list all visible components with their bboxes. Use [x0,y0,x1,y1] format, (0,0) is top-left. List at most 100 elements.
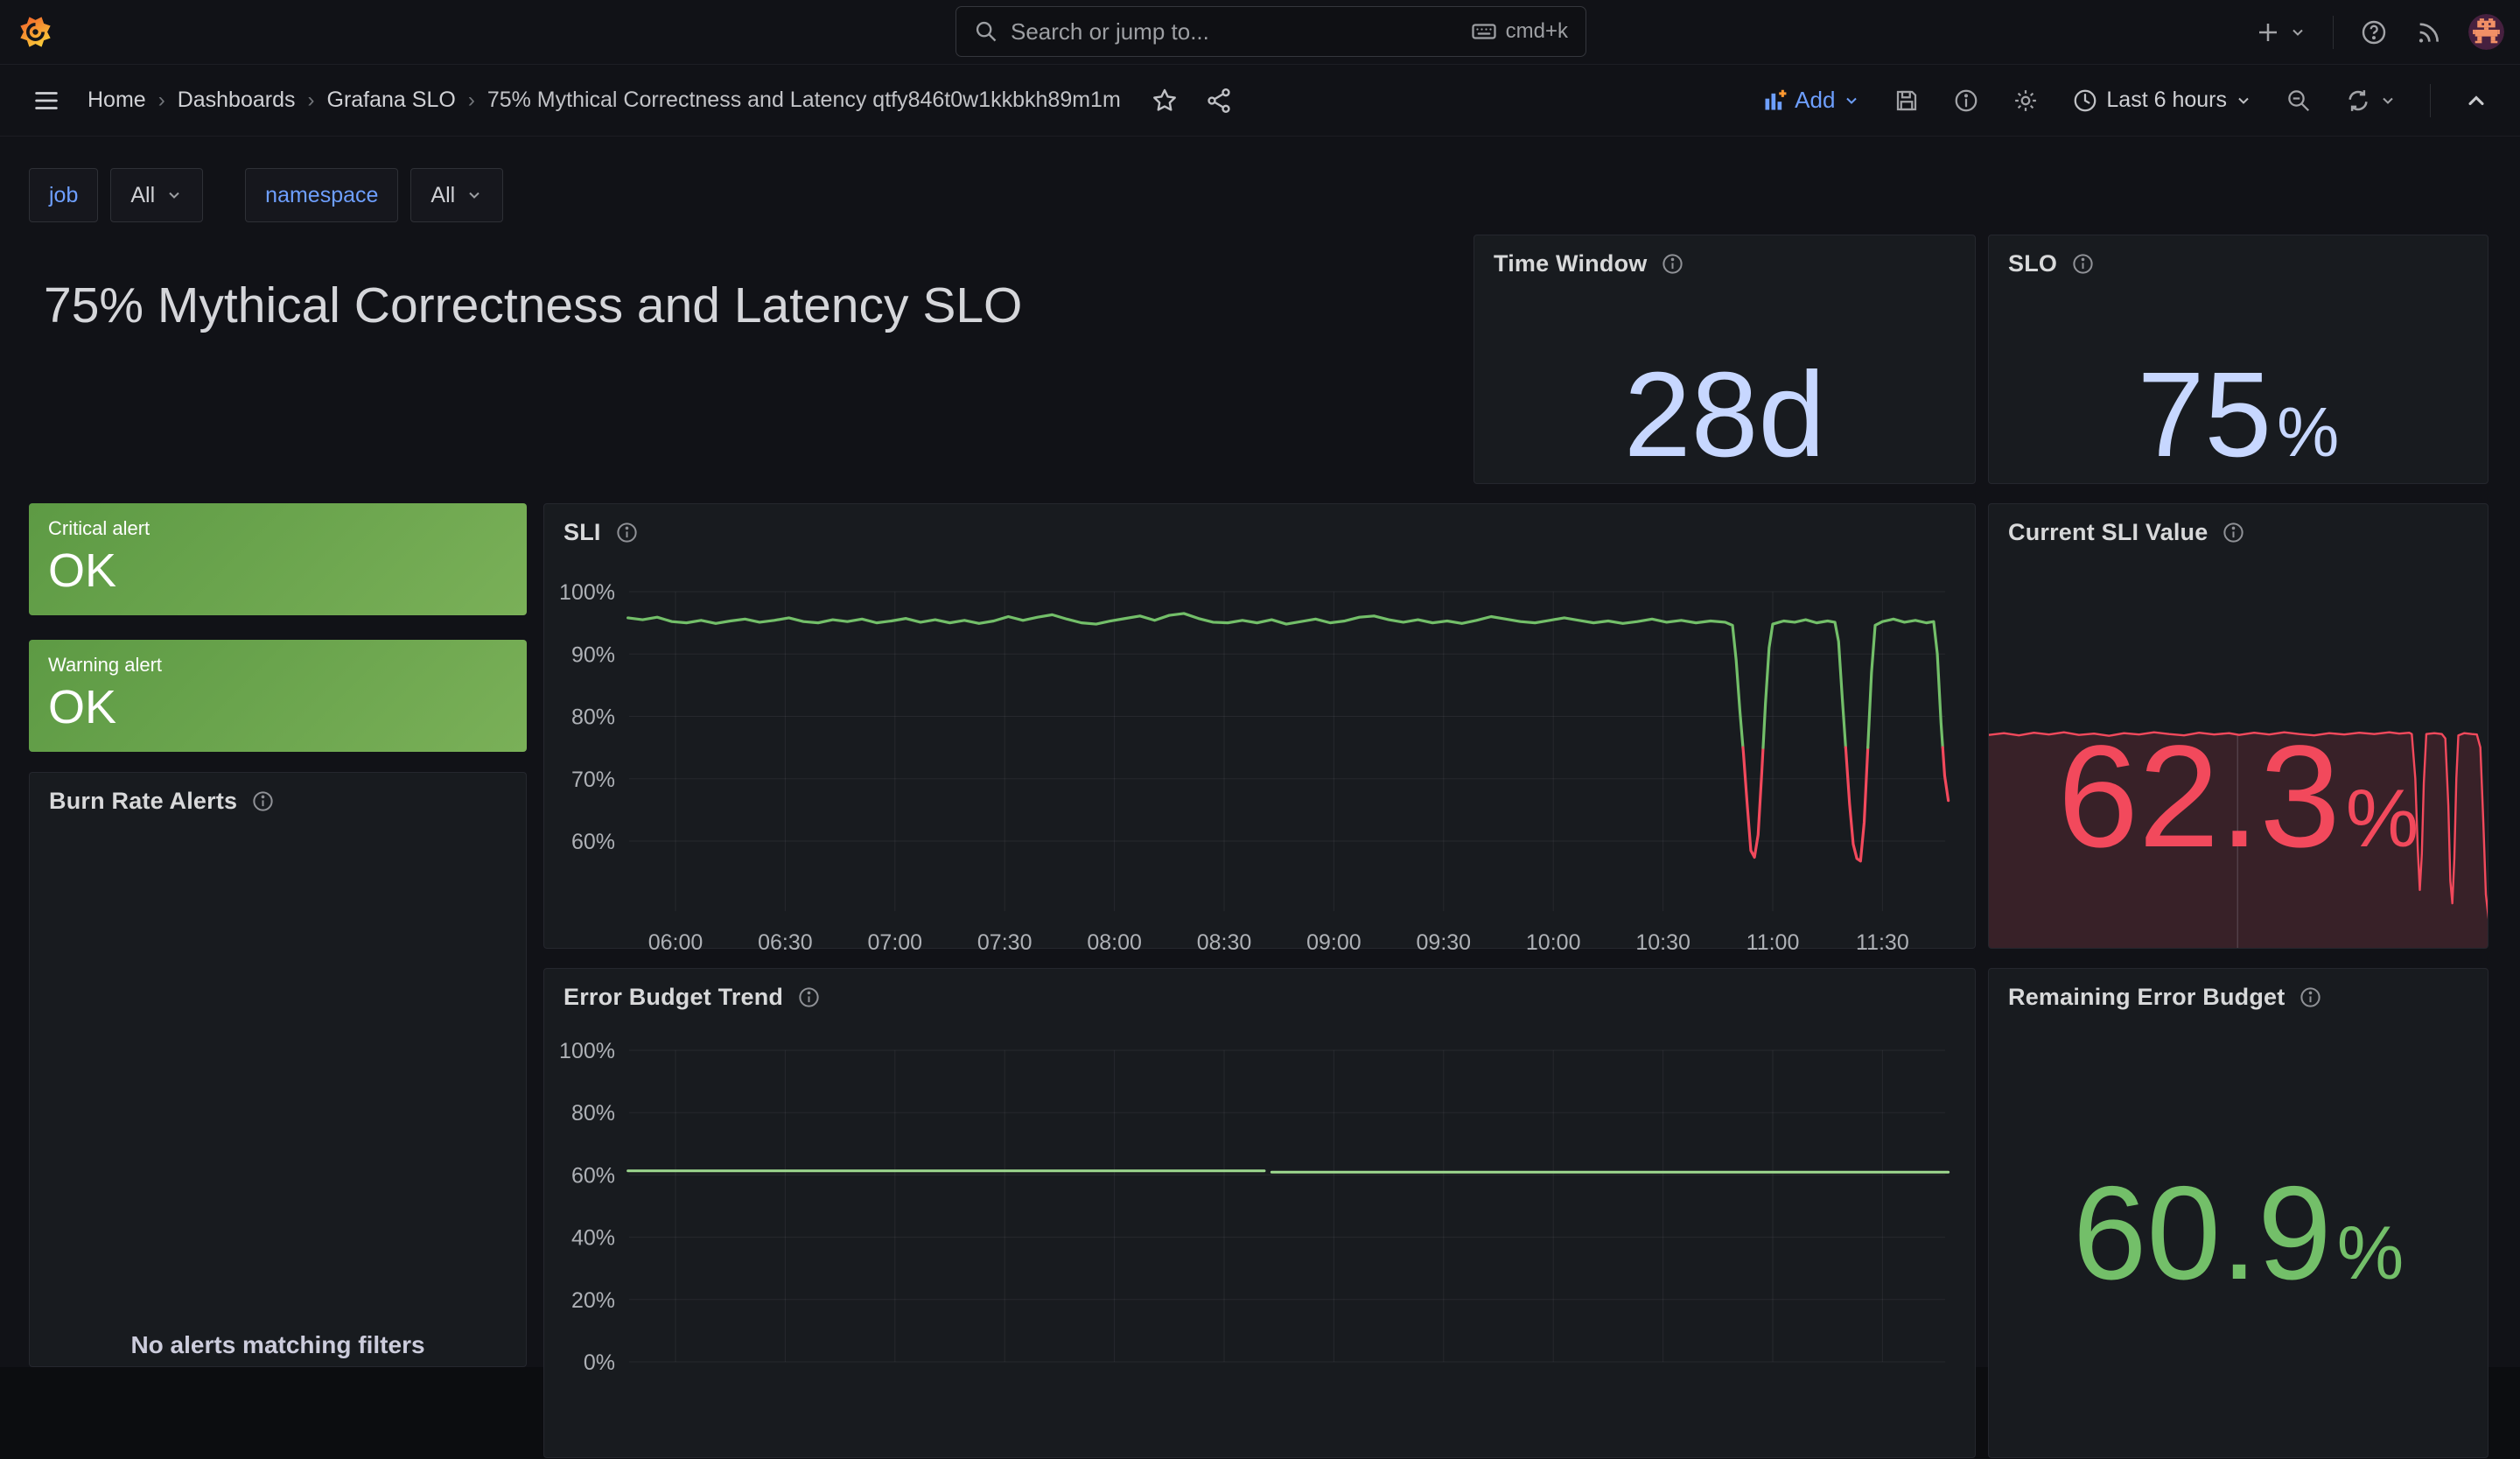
panel-warning-alert[interactable]: Warning alert OK [29,640,527,752]
svg-text:08:30: 08:30 [1197,930,1252,950]
refresh-icon [2345,88,2371,114]
alert-state: OK [48,680,508,734]
svg-text:10:30: 10:30 [1635,930,1690,950]
svg-text:09:00: 09:00 [1306,930,1362,950]
share-button[interactable] [1205,87,1233,115]
chevron-down-icon [2235,92,2252,109]
save-button[interactable] [1894,88,1920,114]
info-circle-icon[interactable] [2071,252,2095,276]
breadcrumb: Home › Dashboards › Grafana SLO › 75% My… [88,88,1121,113]
help-button[interactable] [2360,18,2388,46]
keyboard-icon [1471,18,1497,45]
dashboard-insights-button[interactable] [1953,88,1979,114]
search-icon [974,19,998,44]
menu-button[interactable] [32,86,61,116]
zoom-out-icon [2286,88,2312,114]
page-title: 75% Mythical Correctness and Latency SLO [44,277,1022,334]
search-placeholder: Search or jump to... [1011,18,1459,46]
info-circle-icon[interactable] [1661,252,1684,276]
news-button[interactable] [2414,18,2442,46]
svg-text:90%: 90% [571,642,615,667]
panel-header[interactable]: Remaining Error Budget [1989,969,2488,1011]
svg-text:06:00: 06:00 [648,930,704,950]
panel-header[interactable]: Time Window [1474,235,1975,277]
grafana-logo[interactable] [19,16,52,48]
panel-error-budget-trend: Error Budget Trend 100%80%60%40%20%0% [543,968,1976,1458]
variable-job-label[interactable]: job [29,168,98,222]
panel-header[interactable]: SLI [544,504,1975,546]
svg-text:70%: 70% [571,768,615,792]
svg-text:06:30: 06:30 [758,930,813,950]
search-input[interactable]: Search or jump to... cmd+k [956,6,1586,57]
top-bar: Search or jump to... cmd+k [0,0,2520,65]
svg-text:80%: 80% [571,705,615,730]
divider [2430,84,2431,117]
error-budget-trend-chart[interactable]: 100%80%60%40%20%0% [544,969,1977,1459]
chevron-down-icon [1843,92,1860,109]
svg-text:10:00: 10:00 [1526,930,1581,950]
variable-namespace-value[interactable]: All [410,168,503,222]
stat-value: 75% [1989,354,2488,475]
breadcrumb-separator: › [308,88,315,113]
settings-button[interactable] [2012,88,2039,114]
svg-text:0%: 0% [584,1350,615,1375]
breadcrumb-separator: › [158,88,165,113]
menu-icon [32,86,61,116]
panel-time-window: Time Window 28d [1474,235,1976,484]
chevron-down-icon [2379,92,2397,109]
time-range-picker[interactable]: Last 6 hours [2072,88,2252,114]
breadcrumb-folder[interactable]: Grafana SLO [327,88,456,113]
svg-text:100%: 100% [559,1039,615,1063]
avatar[interactable] [2468,14,2504,50]
chevron-down-icon [2289,24,2306,41]
svg-text:40%: 40% [571,1226,615,1251]
info-circle-icon[interactable] [251,789,275,813]
save-icon [1894,88,1920,114]
star-button[interactable] [1151,87,1179,115]
info-circle-icon[interactable] [2299,986,2322,1009]
panel-critical-alert[interactable]: Critical alert OK [29,503,527,615]
add-label: Add [1795,87,1835,114]
caret-up-icon [2464,88,2488,113]
breadcrumb-home[interactable]: Home [88,88,146,113]
svg-text:07:30: 07:30 [977,930,1032,950]
info-circle-icon[interactable] [797,986,821,1009]
info-circle-icon[interactable] [2222,521,2245,544]
chevron-down-icon [466,186,483,204]
empty-state-message: No alerts matching filters [30,1331,526,1359]
svg-text:08:00: 08:00 [1087,930,1142,950]
alert-label: Warning alert [48,654,508,677]
breadcrumb-current: 75% Mythical Correctness and Latency qtf… [487,88,1121,113]
breadcrumb-dashboards[interactable]: Dashboards [178,88,296,113]
star-icon [1151,87,1179,115]
svg-text:11:00: 11:00 [1746,930,1800,950]
variable-job-value[interactable]: All [110,168,203,222]
collapse-toolbar-button[interactable] [2464,88,2488,113]
panel-sli: SLI 06:0006:3007:0007:3008:0008:3009:000… [543,503,1976,949]
variable-namespace-label[interactable]: namespace [245,168,398,222]
panel-header[interactable]: Current SLI Value [1989,504,2488,546]
time-range-label: Last 6 hours [2106,88,2227,113]
panel-slo: SLO 75% [1988,235,2488,484]
zoom-out-button[interactable] [2286,88,2312,114]
template-variables: job All namespace All [29,168,503,222]
stat-value: 28d [1474,354,1975,475]
info-circle-icon [1953,88,1979,114]
new-button[interactable] [2255,19,2306,46]
search-shortcut: cmd+k [1471,18,1568,45]
divider [2333,16,2334,49]
panel-add-icon [1762,88,1787,113]
info-circle-icon[interactable] [615,521,639,544]
sli-time-series-chart[interactable]: 06:0006:3007:0007:3008:0008:3009:0009:30… [544,504,1977,950]
svg-text:07:00: 07:00 [868,930,923,950]
plus-icon [2255,19,2281,46]
panel-remaining-error-budget: Remaining Error Budget 60.9% [1988,968,2488,1458]
svg-text:80%: 80% [571,1101,615,1126]
svg-text:20%: 20% [571,1288,615,1313]
panel-header[interactable]: Error Budget Trend [544,969,1975,1011]
panel-header[interactable]: SLO [1989,235,2488,277]
panel-header[interactable]: Burn Rate Alerts [30,773,526,815]
add-panel-button[interactable]: Add [1762,87,1860,114]
breadcrumb-separator: › [468,88,475,113]
refresh-button[interactable] [2345,88,2397,114]
